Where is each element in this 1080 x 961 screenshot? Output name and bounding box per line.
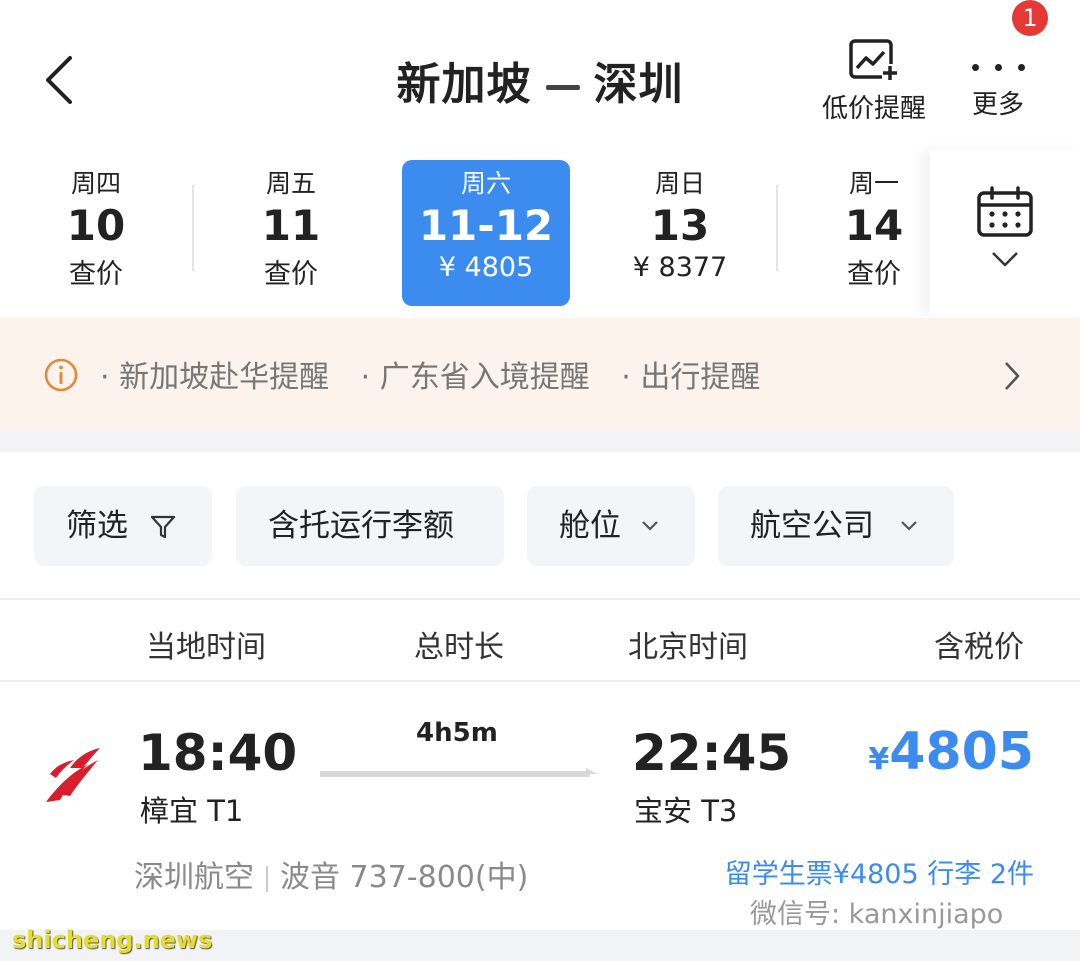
airline-filter-label: 航空公司 [750, 508, 874, 544]
calendar-icon [977, 186, 1033, 237]
price-currency: ¥ [868, 742, 890, 777]
filter-button[interactable]: 筛选 [34, 486, 212, 566]
site-watermark: shicheng.news [12, 926, 213, 954]
destination-city: 深圳 [593, 59, 684, 110]
date-weekday: 周日 [654, 169, 705, 198]
back-button[interactable] [38, 52, 88, 108]
date-day: 11 [261, 201, 321, 250]
route-arrow-icon [320, 768, 598, 777]
chevron-right-icon [1005, 362, 1020, 390]
cabin-filter-label: 舱位 [559, 508, 621, 544]
baggage-filter-button[interactable]: 含托运行李额 [236, 486, 504, 566]
date-day: 10 [66, 201, 126, 250]
departure-time: 18:40 [138, 724, 298, 782]
filter-label: 筛选 [66, 508, 128, 544]
notice-items: · 新加坡赴华提醒 · 广东省入境提醒 · 出行提醒 [100, 352, 782, 396]
arrival-airport: 宝安 T3 [634, 794, 738, 828]
arrival-time: 22:45 [632, 724, 792, 782]
aircraft-type: 波音 737-800(中) [280, 860, 529, 895]
airline-info: 深圳航空 波音 737-800(中) [134, 852, 528, 896]
more-label: 更多 [971, 90, 1024, 120]
date-weekday: 周五 [265, 169, 316, 198]
date-price: ¥ 4805 [438, 252, 534, 283]
calendar-button[interactable] [930, 150, 1080, 315]
price-alert-label: 低价提醒 [821, 94, 926, 124]
date-weekday: 周六 [460, 169, 511, 198]
date-item-sat-selected[interactable]: 周六 11-12 ¥ 4805 [402, 160, 570, 306]
airline-name: 深圳航空 [134, 860, 254, 895]
route-dash [545, 84, 580, 90]
shenzhen-airlines-logo-icon [46, 748, 100, 802]
sort-duration[interactable]: 总时长 [414, 622, 504, 666]
travel-notice-bar[interactable]: · 新加坡赴华提醒 · 广东省入境提醒 · 出行提醒 [0, 318, 1080, 432]
date-day: 11-12 [418, 201, 554, 250]
date-price: 查价 [69, 259, 123, 290]
notification-badge: 1 [1012, 0, 1048, 36]
cabin-filter-button[interactable]: 舱位 [527, 486, 695, 566]
price-amount: 4805 [889, 722, 1034, 782]
date-item-fri[interactable]: 周五 11 查价 [207, 160, 375, 306]
date-item-thu[interactable]: 周四 10 查价 [12, 160, 180, 306]
date-weekday: 周四 [70, 169, 121, 198]
column-header-row: 当地时间 总时长 北京时间 含税价 [0, 602, 1080, 682]
sort-price[interactable]: 含税价 [934, 622, 1024, 666]
origin-city: 新加坡 [396, 59, 532, 110]
chart-alert-icon [849, 39, 898, 80]
funnel-icon [150, 515, 176, 539]
baggage-filter-label: 含托运行李额 [268, 508, 454, 544]
student-fare-note: 留学生票¥4805 行李 2件 [724, 859, 1034, 890]
sort-beijing-time[interactable]: 北京时间 [628, 622, 748, 666]
chevron-down-icon [642, 521, 658, 531]
notice-item-guangdong-entry[interactable]: · 广东省入境提醒 [361, 360, 590, 395]
flight-duration: 4h5m [416, 718, 498, 748]
top-nav-bar: 新加坡 深圳 低价提醒 更多 1 [0, 0, 1080, 150]
date-price: ¥ 8377 [632, 252, 728, 283]
date-selector: 周四 10 查价 周五 11 查价 周六 11-12 ¥ 4805 周日 13 … [0, 150, 930, 315]
section-gap [0, 432, 1080, 452]
date-item-sun[interactable]: 周日 13 ¥ 8377 [596, 160, 764, 306]
sort-local-time[interactable]: 当地时间 [146, 622, 266, 666]
chevron-down-icon [992, 252, 1018, 267]
chevron-left-icon [46, 56, 72, 104]
more-dots-icon [958, 40, 1038, 74]
notice-item-travel[interactable]: · 出行提醒 [621, 360, 760, 395]
flight-price: ¥4805 [868, 722, 1034, 782]
wechat-watermark: 微信号: kanxinjiapo [750, 899, 1004, 930]
date-price: 查价 [264, 259, 318, 290]
airline-filter-button[interactable]: 航空公司 [718, 486, 954, 566]
flight-list-item[interactable]: 18:40 樟宜 T1 4h5m 22:45 宝安 T3 ¥4805 深圳航空波… [0, 684, 1080, 924]
filter-bar: 筛选 含托运行李额 舱位 航空公司 [0, 452, 1080, 600]
info-icon [44, 358, 78, 392]
departure-airport: 樟宜 T1 [140, 794, 244, 828]
divider [266, 865, 268, 892]
more-button[interactable]: 更多 [958, 40, 1038, 130]
price-alert-button[interactable]: 低价提醒 [812, 38, 936, 128]
chevron-down-icon [901, 521, 917, 531]
date-divider [776, 185, 778, 271]
date-day: 13 [650, 201, 710, 250]
notice-item-singapore-to-china[interactable]: · 新加坡赴华提醒 [100, 360, 329, 395]
date-divider [192, 185, 194, 271]
